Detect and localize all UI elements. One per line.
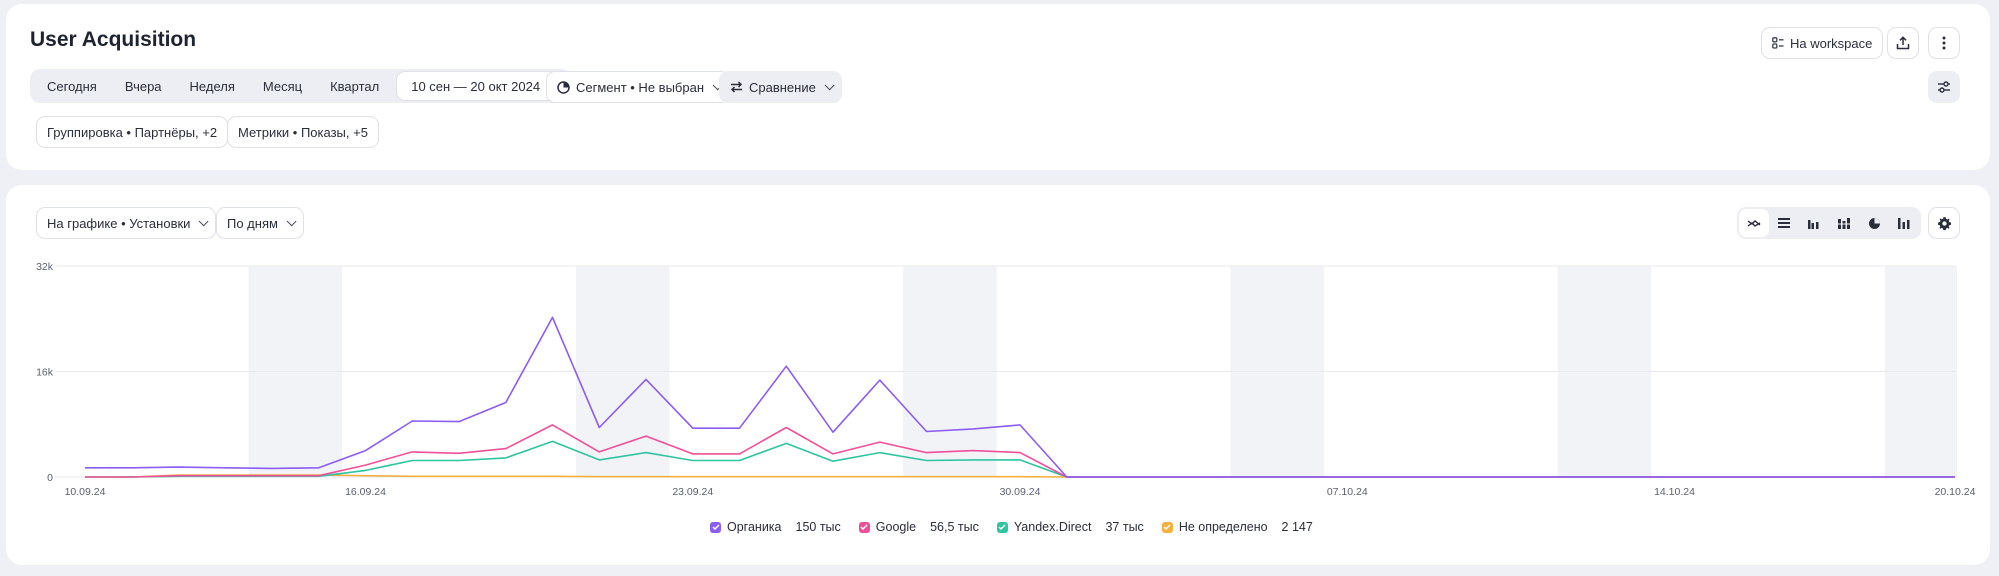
chart-legend: Органика 150 тыс Google 56,5 тыс Yandex.… — [710, 520, 1331, 534]
legend-total: 150 тыс — [795, 520, 841, 534]
y-tick-label: 16k — [36, 367, 54, 379]
legend-label: Google — [875, 520, 917, 534]
legend-total: 56,5 тыс — [930, 520, 979, 534]
checkbox-checked-icon — [996, 521, 1008, 533]
legend-item-undefined[interactable]: Не определено 2 147 — [1161, 520, 1313, 534]
checkbox-checked-icon — [858, 521, 870, 533]
line-chart: 0 16k 32k 10.09.24 16.09.24 23.09.24 30.09.24 0… — [36, 261, 1976, 498]
legend-item-organic[interactable]: Органика 150 тыс — [710, 520, 841, 534]
legend-item-yandex-direct[interactable]: Yandex.Direct 37 тыс — [996, 520, 1144, 534]
series-line — [85, 440, 1955, 478]
x-tick-label: 10.09.24 — [65, 486, 106, 498]
y-tick-label: 0 — [47, 472, 53, 484]
legend-total: 37 тыс — [1105, 520, 1144, 534]
legend-label: Yandex.Direct — [1013, 520, 1092, 534]
x-tick-label: 16.09.24 — [345, 486, 386, 498]
legend-total: 2 147 — [1281, 520, 1313, 534]
checkbox-checked-icon — [710, 521, 721, 533]
legend-label: Не определено — [1178, 520, 1268, 534]
x-tick-label: 30.09.24 — [1000, 486, 1041, 498]
x-tick-label: 07.10.24 — [1327, 486, 1368, 498]
x-tick-label: 23.09.24 — [672, 486, 713, 498]
x-tick-label: 14.10.24 — [1654, 486, 1695, 498]
x-tick-label: 20.10.24 — [1935, 486, 1976, 498]
legend-item-google[interactable]: Google 56,5 тыс — [858, 520, 979, 534]
y-tick-label: 32k — [36, 261, 54, 273]
legend-label: Органика — [727, 520, 782, 534]
checkbox-checked-icon — [1161, 521, 1173, 533]
